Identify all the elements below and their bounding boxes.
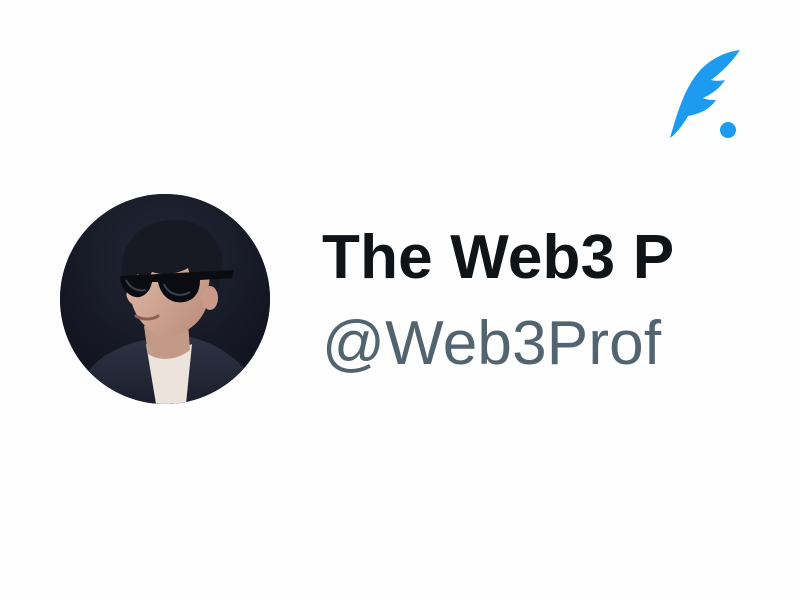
profile-handle[interactable]: @Web3Prof <box>322 308 661 380</box>
profile-name-block: The Web3 P @Web3Prof <box>322 212 679 402</box>
quill-pen-icon <box>670 50 740 138</box>
avatar[interactable] <box>60 194 270 404</box>
avatar-illustration <box>60 194 270 404</box>
profile-display-name[interactable]: The Web3 P <box>322 222 674 294</box>
